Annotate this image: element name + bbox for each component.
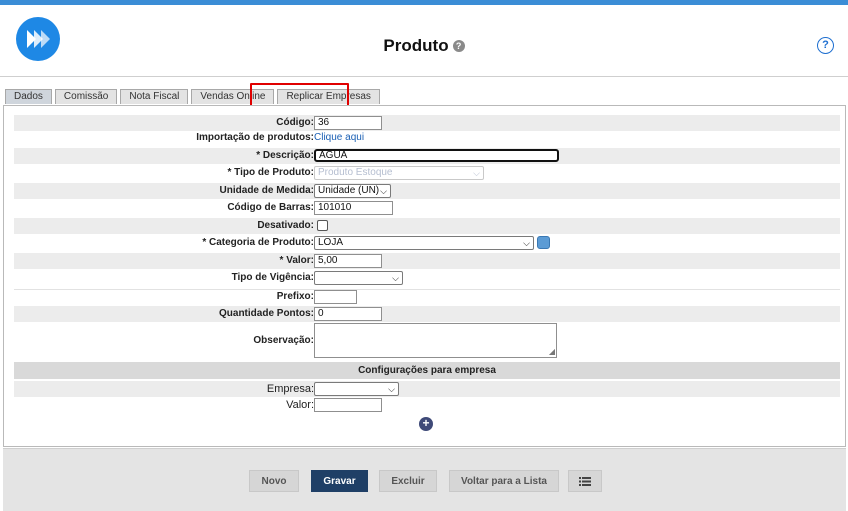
row-valor: * Valor: 5,00 bbox=[14, 253, 840, 269]
categoria-select[interactable]: LOJA ⌵ bbox=[314, 236, 534, 250]
tab-nota-fiscal[interactable]: Nota Fiscal bbox=[120, 89, 189, 104]
codigo-barras-label: Código de Barras: bbox=[227, 202, 314, 213]
chevron-down-icon: ⌵ bbox=[473, 168, 480, 178]
refresh-icon[interactable] bbox=[537, 236, 550, 249]
empresa-select[interactable]: ⌵ bbox=[314, 382, 399, 396]
row-codigo: Código: 36 bbox=[14, 115, 840, 131]
row-desativado: Desativado: bbox=[14, 218, 840, 234]
row-empresa-valor: Valor: bbox=[14, 397, 840, 413]
chevron-down-icon: ⌵ bbox=[523, 238, 530, 248]
categoria-label: * Categoria de Produto: bbox=[202, 237, 314, 248]
observacao-textarea[interactable]: ◢ bbox=[314, 323, 557, 358]
valor-input[interactable]: 5,00 bbox=[314, 254, 382, 268]
list-icon bbox=[579, 476, 591, 486]
valor-label: * Valor: bbox=[279, 255, 314, 266]
row-tipo-vigencia: Tipo de Vigência: ⌵ bbox=[14, 270, 840, 286]
codigo-barras-input[interactable]: 101010 bbox=[314, 201, 393, 215]
row-unidade-medida: Unidade de Medida: Unidade (UN) ⌵ bbox=[14, 183, 840, 199]
info-icon[interactable]: ? bbox=[452, 39, 465, 52]
descricao-label: * Descrição: bbox=[256, 150, 314, 161]
novo-button[interactable]: Novo bbox=[249, 470, 299, 492]
empresa-valor-input[interactable] bbox=[314, 398, 382, 412]
empresa-section-header: Configurações para empresa bbox=[14, 362, 840, 379]
codigo-input[interactable]: 36 bbox=[314, 116, 382, 130]
add-icon[interactable]: + bbox=[419, 417, 433, 431]
form-panel: Código: 36 Importação de produtos: Cliqu… bbox=[3, 105, 846, 447]
help-icon[interactable]: ? bbox=[817, 37, 834, 54]
desativado-label: Desativado: bbox=[257, 220, 314, 231]
row-prefixo: Prefixo: bbox=[14, 289, 840, 305]
row-observacao: Observação: ◢ bbox=[14, 323, 840, 358]
footer-toolbar: Novo Gravar Excluir Voltar para a Lista bbox=[3, 448, 846, 511]
voltar-lista-button[interactable]: Voltar para a Lista bbox=[449, 470, 559, 492]
codigo-label: Código: bbox=[276, 117, 314, 128]
excluir-button[interactable]: Excluir bbox=[379, 470, 437, 492]
descricao-input[interactable]: AGUA bbox=[314, 149, 559, 162]
chevron-down-icon: ⌵ bbox=[388, 384, 395, 394]
header-divider bbox=[0, 76, 848, 77]
row-empresa: Empresa: ⌵ bbox=[14, 381, 840, 397]
categoria-value: LOJA bbox=[318, 237, 344, 248]
page-title: Produto? bbox=[0, 36, 848, 56]
tipo-produto-value: Produto Estoque bbox=[318, 167, 393, 178]
unidade-medida-select[interactable]: Unidade (UN) ⌵ bbox=[314, 184, 391, 198]
page-title-text: Produto bbox=[383, 36, 449, 55]
unidade-medida-label: Unidade de Medida: bbox=[219, 185, 314, 196]
importacao-label: Importação de produtos: bbox=[196, 132, 314, 143]
row-quantidade-pontos: Quantidade Pontos: 0 bbox=[14, 306, 840, 322]
quantidade-pontos-label: Quantidade Pontos: bbox=[219, 308, 314, 319]
tipo-produto-label: * Tipo de Produto: bbox=[227, 167, 314, 178]
prefixo-label: Prefixo: bbox=[276, 291, 314, 302]
empresa-label: Empresa: bbox=[266, 383, 314, 395]
row-descricao: * Descrição: AGUA bbox=[14, 148, 840, 164]
desativado-checkbox[interactable] bbox=[317, 220, 328, 231]
row-importacao: Importação de produtos: Clique aqui bbox=[14, 130, 840, 146]
observacao-label: Observação: bbox=[253, 335, 314, 346]
row-tipo-produto: * Tipo de Produto: Produto Estoque ⌵ bbox=[14, 165, 840, 181]
importacao-link[interactable]: Clique aqui bbox=[314, 130, 364, 146]
tab-dados[interactable]: Dados bbox=[5, 89, 52, 104]
unidade-medida-value: Unidade (UN) bbox=[318, 185, 380, 196]
quantidade-pontos-input[interactable]: 0 bbox=[314, 307, 382, 321]
empresa-valor-label: Valor: bbox=[286, 399, 314, 411]
tipo-vigencia-label: Tipo de Vigência: bbox=[231, 272, 314, 283]
prefixo-input[interactable] bbox=[314, 290, 357, 304]
row-categoria: * Categoria de Produto: LOJA ⌵ bbox=[14, 235, 840, 251]
chevron-down-icon: ⌵ bbox=[392, 273, 399, 283]
tipo-produto-select[interactable]: Produto Estoque ⌵ bbox=[314, 166, 484, 180]
tipo-vigencia-select[interactable]: ⌵ bbox=[314, 271, 403, 285]
tab-comissao[interactable]: Comissão bbox=[54, 89, 118, 104]
list-view-button[interactable] bbox=[568, 470, 602, 492]
gravar-button[interactable]: Gravar bbox=[311, 470, 368, 492]
row-codigo-barras: Código de Barras: 101010 bbox=[14, 200, 840, 216]
chevron-down-icon: ⌵ bbox=[380, 186, 387, 196]
resize-grip-icon[interactable]: ◢ bbox=[549, 348, 555, 356]
top-accent-bar bbox=[0, 0, 848, 5]
